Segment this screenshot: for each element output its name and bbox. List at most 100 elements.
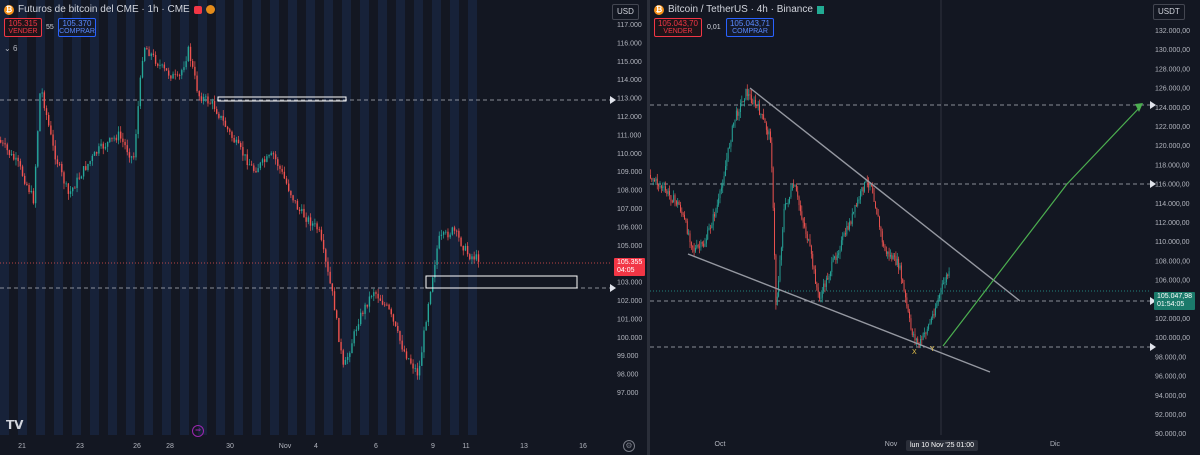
pivot-marker-y: Y	[930, 346, 935, 353]
cme-chart-canvas[interactable]: 117.000 116.000 115.000 114.000 113.000 112.0…	[0, 0, 647, 455]
cme-candle	[17, 157, 19, 162]
market-open-icon[interactable]	[816, 5, 824, 14]
binance-candle	[704, 243, 706, 247]
cme-candle	[122, 138, 124, 142]
price-axis-label: 102.000	[617, 298, 642, 305]
binance-chart-panel[interactable]: 132.000,00 130.000,00 128.000,00 126.000,00…	[650, 0, 1200, 455]
binance-candle	[947, 274, 949, 276]
currency-selector[interactable]: USDT	[1153, 4, 1185, 20]
binance-candle	[693, 247, 695, 252]
cme-candle	[331, 283, 334, 292]
binance-candle	[922, 333, 924, 340]
binance-candle	[782, 229, 784, 248]
price-axis-label: 97.000	[617, 390, 639, 397]
binance-candle	[930, 318, 932, 323]
binance-candle	[876, 207, 878, 215]
cme-candle	[82, 166, 85, 177]
binance-candle	[670, 195, 672, 201]
session-band	[468, 0, 477, 435]
alert-flag-icon[interactable]	[193, 5, 202, 14]
price-axis-label: 117.000	[617, 22, 642, 29]
cme-candle	[120, 131, 122, 139]
cme-candle	[159, 64, 161, 66]
cme-candle	[152, 53, 155, 55]
binance-candle	[831, 261, 833, 272]
binance-candle	[941, 283, 943, 289]
cme-candle	[401, 340, 403, 350]
binance-candle	[894, 255, 895, 257]
indicators-collapse-toggle[interactable]: ⌄ 6	[4, 44, 17, 53]
sell-button[interactable]: 105.315 VENDER	[4, 18, 42, 37]
binance-candle	[887, 251, 889, 254]
price-axis-label: 126.000,00	[1155, 86, 1190, 93]
binance-candle	[846, 226, 848, 235]
cme-candle	[100, 143, 102, 147]
time-axis-label: 11	[462, 443, 469, 450]
bitcoin-symbol-icon: ₿	[4, 4, 14, 15]
binance-candle	[860, 191, 861, 200]
binance-candle	[746, 88, 748, 97]
price-axis-label: 103.000	[617, 280, 642, 287]
cme-candle	[222, 115, 224, 121]
binance-candle	[755, 99, 756, 106]
binance-candle	[877, 214, 879, 217]
session-band	[288, 0, 297, 435]
session-band	[432, 0, 441, 435]
cme-candle	[333, 291, 336, 311]
cme-candle	[416, 368, 419, 376]
binance-candle	[840, 240, 842, 251]
sell-label: VENDER	[8, 28, 38, 35]
binance-candle	[845, 233, 846, 235]
cme-candle	[141, 60, 144, 78]
cme-chart-title[interactable]: Futuros de bitcoin del CME · 1h · CME	[18, 4, 190, 15]
cme-candle	[270, 153, 272, 156]
bitcoin-symbol-icon: ₿	[654, 4, 664, 15]
price-axis-label: 100.000,00	[1155, 335, 1190, 342]
cme-candle	[264, 159, 266, 162]
cme-candle	[469, 254, 471, 260]
cme-chart-panel[interactable]: 117.000 116.000 115.000 114.000 113.000 112.0…	[0, 0, 647, 455]
binance-candle	[763, 114, 765, 120]
cme-candle	[15, 157, 17, 160]
binance-candle	[701, 242, 703, 244]
time-axis-label: 28	[166, 443, 174, 450]
cme-candle	[96, 152, 98, 154]
binance-candle	[839, 250, 841, 254]
time-axis-label: 9	[431, 443, 435, 450]
cme-candle	[135, 134, 137, 158]
sell-button[interactable]: 105.043,70 VENDER	[654, 18, 702, 37]
cme-candle	[67, 183, 70, 194]
tradingview-logo-icon[interactable]: 𝗧𝗩	[6, 418, 23, 432]
cme-candle	[377, 293, 379, 299]
binance-candle	[688, 233, 690, 235]
go-to-realtime-icon[interactable]: ⇒	[192, 425, 204, 437]
buy-button[interactable]: 105.370 COMPRAR	[58, 18, 96, 37]
binance-candle	[821, 291, 823, 298]
binance-chart-title[interactable]: Bitcoin / TetherUS · 4h · Binance	[668, 4, 813, 15]
binance-chart-canvas[interactable]: 132.000,00 130.000,00 128.000,00 126.000,00…	[650, 0, 1200, 455]
sell-label: VENDER	[663, 28, 693, 35]
binance-candle	[690, 242, 692, 246]
session-band	[18, 0, 27, 435]
binance-candle	[748, 94, 750, 97]
binance-candle	[936, 303, 938, 308]
cme-candle	[56, 159, 59, 164]
binance-candle	[944, 281, 946, 284]
delayed-data-icon[interactable]	[205, 5, 215, 14]
current-price-value: 105.355	[617, 259, 643, 266]
cme-candle	[61, 163, 63, 173]
cme-candle	[161, 64, 163, 66]
binance-candle	[712, 214, 714, 226]
lower-trendline	[687, 253, 991, 373]
axis-settings-icon[interactable]: ⚙	[623, 440, 635, 452]
cme-candle	[425, 322, 427, 331]
cme-candle	[98, 146, 100, 154]
cme-candle	[106, 141, 109, 147]
buy-button[interactable]: 105.043,71 COMPRAR	[726, 18, 774, 37]
cme-candle	[54, 145, 56, 160]
cme-candle	[52, 134, 54, 146]
level-arrow-marker	[610, 96, 616, 104]
binance-candle	[776, 296, 778, 305]
time-axis-label: Dic	[1050, 441, 1061, 448]
currency-selector[interactable]: USD	[612, 4, 639, 20]
